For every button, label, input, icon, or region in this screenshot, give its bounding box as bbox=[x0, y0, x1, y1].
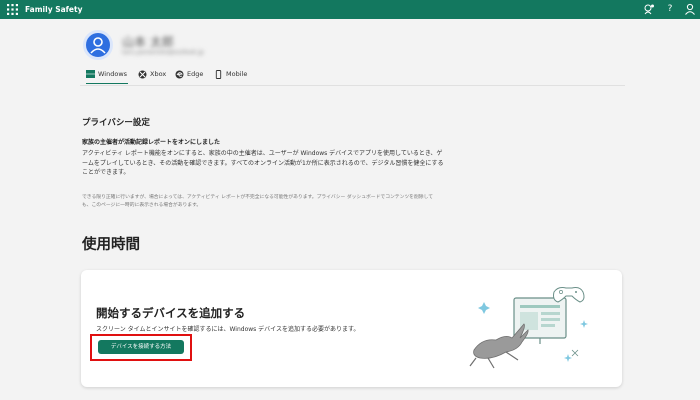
windows-icon bbox=[86, 70, 95, 78]
tab-label: Windows bbox=[98, 70, 128, 78]
app-title[interactable]: Family Safety bbox=[25, 3, 83, 16]
privacy-description: アクティビティ レポート機能をオンにすると、家族の中の主催者は、ユーザーが Wi… bbox=[82, 150, 444, 176]
divider bbox=[80, 85, 625, 86]
privacy-heading: プライバシー設定 bbox=[82, 118, 150, 128]
edge-icon bbox=[175, 70, 184, 79]
person-icon bbox=[90, 37, 106, 54]
privacy-note: できる限り正確に行いますが、場合によっては、アクティビティ レポートが不完全にな… bbox=[82, 195, 434, 208]
account-icon[interactable] bbox=[684, 3, 696, 15]
device-illustration bbox=[469, 287, 588, 369]
avatar bbox=[83, 30, 113, 60]
tab-label: Mobile bbox=[226, 70, 248, 78]
xbox-icon bbox=[138, 70, 147, 79]
tab-label: Edge bbox=[187, 70, 204, 78]
profile-email: taro.yamamoto@outlook.jp bbox=[122, 49, 204, 56]
card-description: スクリーン タイムとインサイトを確認するには、Windows デバイスを追加する… bbox=[96, 326, 360, 333]
mobile-icon bbox=[215, 70, 222, 79]
tab-mobile[interactable]: Mobile bbox=[214, 68, 252, 84]
usage-heading: 使用時間 bbox=[82, 237, 140, 253]
tab-windows[interactable]: Windows bbox=[86, 68, 128, 84]
top-bar: Family Safety ? bbox=[0, 0, 700, 19]
connect-device-button[interactable]: デバイスを接続する方法 bbox=[98, 340, 184, 354]
tab-label: Xbox bbox=[150, 70, 167, 78]
add-device-card: 開始するデバイスを追加する スクリーン タイムとインサイトを確認するには、Win… bbox=[81, 270, 622, 387]
profile-name: 山本 太郎 bbox=[122, 35, 174, 49]
privacy-subheading: 家族の主催者が活動記録レポートをオンにしました bbox=[82, 139, 221, 146]
tab-edge[interactable]: Edge bbox=[175, 68, 205, 84]
feedback-icon[interactable] bbox=[643, 3, 655, 15]
card-title: 開始するデバイスを追加する bbox=[96, 306, 246, 320]
help-icon[interactable]: ? bbox=[664, 3, 676, 15]
tab-xbox[interactable]: Xbox bbox=[138, 68, 168, 84]
waffle-icon[interactable] bbox=[7, 4, 18, 15]
